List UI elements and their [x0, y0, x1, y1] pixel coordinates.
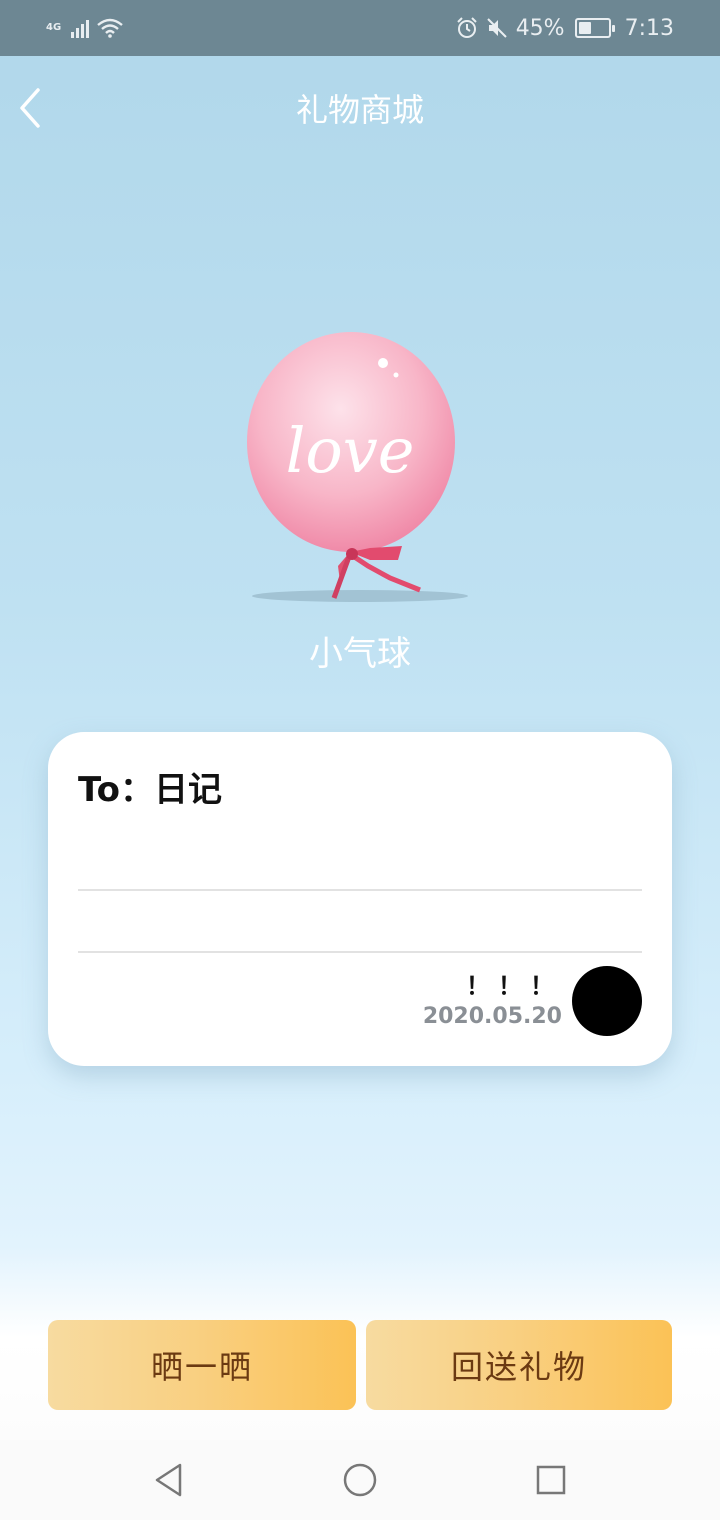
status-right: 45% 7:13 — [456, 16, 674, 41]
battery-fill — [578, 22, 592, 34]
return-gift-button[interactable]: 回送礼物 — [366, 1320, 672, 1410]
wifi-icon — [97, 18, 123, 38]
header: 礼物商城 — [0, 56, 720, 160]
gift-card: To： 日记 ！！！ 2020.05.20 — [48, 732, 672, 1066]
card-divider — [78, 889, 642, 891]
to-label: To： — [78, 770, 155, 810]
network-type: 4G — [46, 22, 62, 33]
back-triangle-icon[interactable] — [147, 1458, 191, 1502]
home-circle-icon[interactable] — [338, 1458, 382, 1502]
clock: 7:13 — [624, 15, 674, 41]
signal-icon — [71, 18, 90, 38]
battery-percent: 45% — [515, 15, 565, 41]
balloon-image: love — [247, 332, 468, 602]
card-recipient: To： 日记 — [78, 762, 222, 811]
battery-icon — [574, 18, 615, 38]
card-divider — [78, 951, 642, 953]
network-indicator: 4G — [46, 23, 61, 33]
recents-square-icon[interactable] — [529, 1458, 573, 1502]
share-button[interactable]: 晒一晒 — [48, 1320, 356, 1410]
gift-name: 小气球 — [309, 634, 411, 674]
status-left: 4G — [46, 18, 123, 38]
recipient-name: 日记 — [154, 770, 223, 810]
status-bar: 4G 45% 7:13 — [0, 0, 720, 56]
balloon-love-text: love — [286, 414, 415, 487]
system-nav-bar — [0, 1440, 720, 1520]
page-title: 礼物商城 — [295, 91, 424, 129]
avatar[interactable] — [572, 966, 642, 1036]
alarm-icon — [456, 17, 477, 38]
mute-icon — [486, 18, 507, 38]
card-date: 2020.05.20 — [422, 1004, 562, 1029]
card-signature: ！！！ — [466, 972, 562, 1000]
page-title-container: 礼物商城 — [0, 56, 720, 160]
